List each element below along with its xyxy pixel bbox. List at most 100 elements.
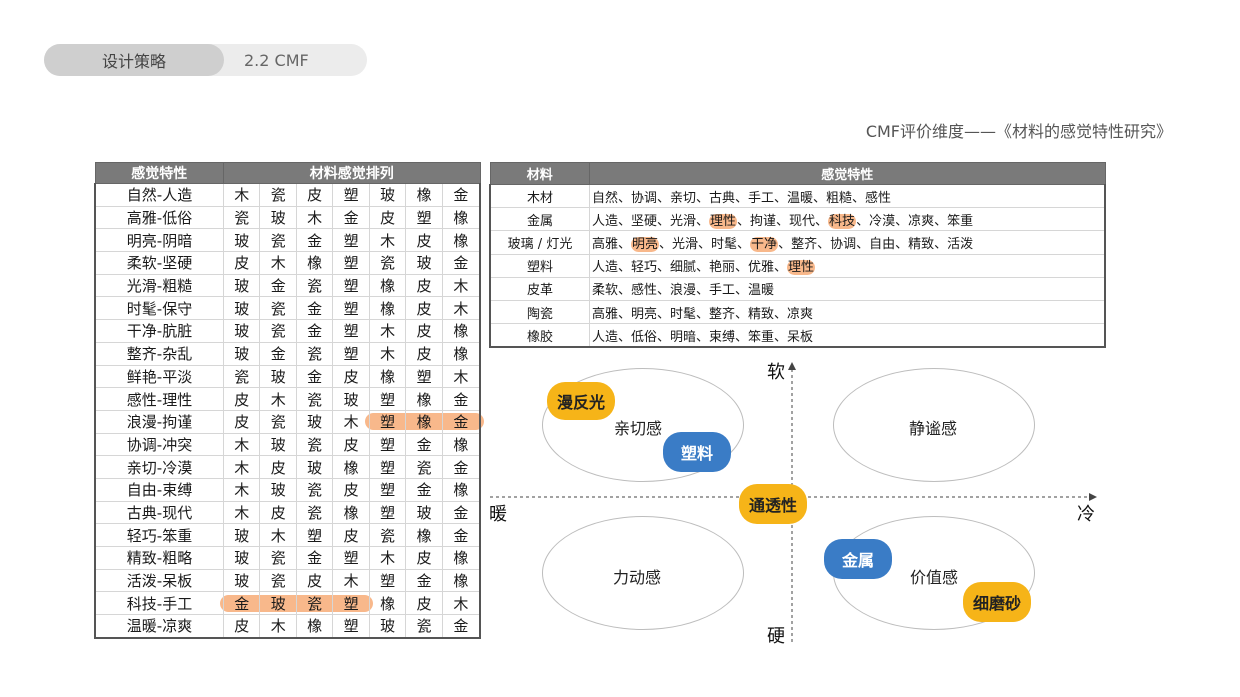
table-row: 科技-手工金玻瓷塑橡皮木 <box>94 591 481 616</box>
material-cell: 金 <box>441 387 481 411</box>
tag-translucency: 通透性 <box>739 484 807 524</box>
material-cell: 金 <box>441 251 481 275</box>
feeling-text: 、冷漠、凉爽、笨重 <box>856 213 974 229</box>
subsection-title: 2.2 CMF <box>244 50 309 70</box>
material-cell: 皮 <box>405 319 443 343</box>
feeling-text: 柔软、感性、浪漫、手工、温暖 <box>592 283 775 299</box>
material-cell: 玻 <box>222 319 261 343</box>
material-cell: 玻 <box>222 228 261 253</box>
material-cell: 瓷 <box>295 432 334 457</box>
table-row: 木材 自然、协调、亲切、古典、手工、温暖、粗糙、感性 <box>489 183 1106 209</box>
material-cell: 橡 <box>405 183 443 207</box>
table-row: 自然-人造木瓷皮塑玻橡金 <box>94 183 481 207</box>
material-cell: 金 <box>405 432 443 457</box>
feeling-text: 、光滑、时髦、 <box>659 236 751 252</box>
material-cell: 皮 <box>332 364 370 389</box>
axis-label-warm: 暖 <box>489 504 507 525</box>
table-row: 金属 人造、坚硬、光滑、理性、拘谨、现代、科技、冷漠、凉爽、笨重 <box>489 207 1106 232</box>
section-title: 设计策略 <box>44 44 224 76</box>
material-cell: 塑 <box>332 296 370 321</box>
table-row: 自由-束缚木玻瓷皮塑金橡 <box>94 477 481 502</box>
dimension-cell: 自然-人造 <box>94 183 224 207</box>
dimension-cell: 自由-束缚 <box>94 477 224 502</box>
material-cell: 塑 <box>368 455 407 479</box>
material-cell: 金 <box>441 409 481 434</box>
material-cell: 金 <box>441 183 481 207</box>
dimension-cell: 整齐-杂乱 <box>94 341 224 366</box>
material-cell: 金 <box>295 546 334 570</box>
highlighted-term: 理性 <box>787 260 816 276</box>
material-cell: 瓷 <box>259 409 297 434</box>
col-header-material: 材料 <box>489 162 590 185</box>
material-cell: 橡 <box>441 568 481 593</box>
material-cell: 金 <box>441 523 481 547</box>
highlighted-term: 理性 <box>709 213 738 229</box>
material-cell: 金 <box>441 455 481 479</box>
table-row: 古典-现代木皮瓷橡塑玻金 <box>94 500 481 525</box>
dimension-cell: 古典-现代 <box>94 500 224 525</box>
material-cell: 玻 <box>405 500 443 525</box>
material-cell: 橡 <box>441 546 481 570</box>
material-cell: 塑 <box>332 614 370 639</box>
material-cell: 金 <box>259 341 297 366</box>
material-cell: 金 <box>405 477 443 502</box>
material-cell: 橡 <box>441 228 481 253</box>
feeling-cell: 高雅、明亮、时髦、整齐、精致、凉爽 <box>589 299 1106 325</box>
cmf-quadrant-diagram: 软 硬 暖 冷 亲切感 静谧感 力动感 价值感 漫反光 塑料 通透性 金属 细磨… <box>487 358 1107 648</box>
feeling-text: 、拘谨、现代、 <box>737 213 829 229</box>
col-header-dimension: 感觉特性 <box>94 162 224 184</box>
material-cell: 玻 <box>222 568 261 593</box>
quadrant-label-value: 价值感 <box>910 568 959 587</box>
highlighted-term: 科技 <box>828 213 857 229</box>
material-name-cell: 皮革 <box>489 276 590 301</box>
material-cell: 木 <box>259 387 297 411</box>
feeling-cell: 人造、坚硬、光滑、理性、拘谨、现代、科技、冷漠、凉爽、笨重 <box>589 207 1106 232</box>
material-cell: 塑 <box>405 205 443 230</box>
table-row: 玻璃 / 灯光 高雅、明亮、光滑、时髦、干净、整齐、协调、自由、精致、活泼 <box>489 230 1106 255</box>
material-cell: 皮 <box>405 591 443 616</box>
table-row: 温暖-凉爽皮木橡塑玻瓷金 <box>94 614 481 639</box>
material-cell: 橡 <box>368 296 407 321</box>
dimension-cell: 柔软-坚硬 <box>94 251 224 275</box>
dimension-cell: 浪漫-拘谨 <box>94 409 224 434</box>
material-cell: 玻 <box>259 477 297 502</box>
material-ranking-table: 感觉特性 材料感觉排列 自然-人造木瓷皮塑玻橡金高雅-低俗瓷玻木金皮塑橡明亮-阴… <box>94 162 481 639</box>
material-cell: 塑 <box>405 364 443 389</box>
material-name-cell: 橡胶 <box>489 323 590 349</box>
material-cell: 塑 <box>332 273 370 298</box>
material-name-cell: 塑料 <box>489 253 590 278</box>
table-row: 精致-粗略玻瓷金塑木皮橡 <box>94 546 481 570</box>
material-cell: 木 <box>368 228 407 253</box>
material-cell: 橡 <box>332 455 370 479</box>
table-row: 感性-理性皮木瓷玻塑橡金 <box>94 387 481 411</box>
dimension-cell: 高雅-低俗 <box>94 205 224 230</box>
feeling-cell: 人造、低俗、明暗、束缚、笨重、呆板 <box>589 323 1106 349</box>
material-cell: 木 <box>295 205 334 230</box>
material-cell: 皮 <box>368 205 407 230</box>
material-cell: 塑 <box>332 591 370 616</box>
material-cell: 瓷 <box>222 205 261 230</box>
table-row: 光滑-粗糙玻金瓷塑橡皮木 <box>94 273 481 298</box>
axis-label-hard: 硬 <box>767 626 785 647</box>
highlighted-term: 明亮 <box>631 236 660 252</box>
material-cell: 瓷 <box>259 296 297 321</box>
material-cell: 木 <box>259 614 297 639</box>
material-cell: 瓷 <box>368 251 407 275</box>
material-cell: 橡 <box>441 319 481 343</box>
material-cell: 瓷 <box>295 500 334 525</box>
material-cell: 皮 <box>405 228 443 253</box>
material-cell: 木 <box>222 432 261 457</box>
table-row: 塑料 人造、轻巧、细腻、艳丽、优雅、理性 <box>489 253 1106 278</box>
dimension-cell: 感性-理性 <box>94 387 224 411</box>
feeling-text: 自然、协调、亲切、古典、手工、温暖、粗糙、感性 <box>592 190 892 206</box>
material-cell: 金 <box>405 568 443 593</box>
material-cell: 金 <box>295 296 334 321</box>
material-cell: 皮 <box>405 273 443 298</box>
material-cell: 皮 <box>332 523 370 547</box>
material-cell: 皮 <box>222 614 261 639</box>
material-cell: 瓷 <box>405 614 443 639</box>
material-cell: 塑 <box>332 228 370 253</box>
material-cell: 橡 <box>441 432 481 457</box>
material-cell: 玻 <box>222 296 261 321</box>
material-cell: 瓷 <box>295 591 334 616</box>
